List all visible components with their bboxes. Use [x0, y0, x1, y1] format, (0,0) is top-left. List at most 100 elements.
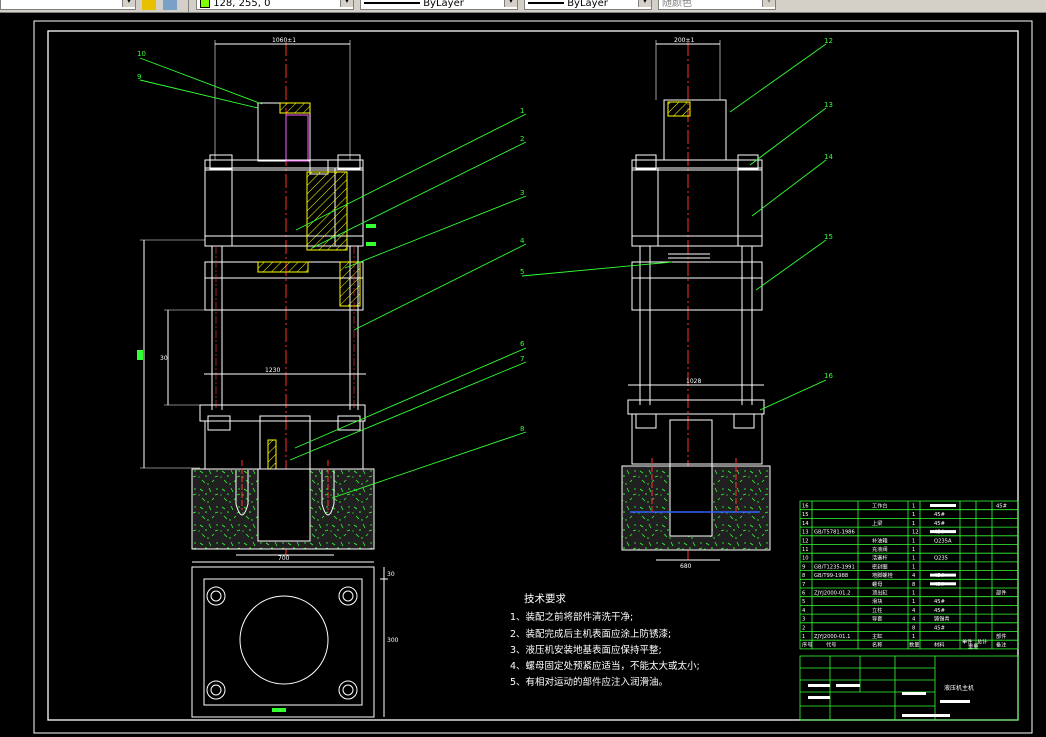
bom-cell-qty: 1 [912, 504, 915, 510]
bom-cell-code: ZJYJ2000-01.2 [814, 591, 850, 597]
bom-cell-mat: 铸锡青 [934, 615, 950, 623]
bom-cell-name: 立柱 [872, 606, 882, 614]
bom-cell-code: ZJYJ2000-01.1 [814, 634, 850, 640]
bom-header-name: 名称 [872, 641, 882, 649]
bom-redacted-bar [930, 530, 956, 534]
bom-cell-qty: 4 [912, 573, 916, 579]
bom-cell-name: 导套 [872, 615, 883, 623]
bom-header-no: 序号 [802, 641, 812, 649]
balloon-labels-side: 12 13 14 15 16 [824, 37, 833, 380]
bom-cell-name: 螺母 [872, 580, 882, 588]
dimension-texts: 1060±1 1230 700 200±1 1028 680 30 30 300 [160, 37, 701, 644]
bom-cell-note: 部件 [996, 632, 1006, 640]
bom-cell-no: 7 [802, 582, 805, 588]
bom-cell-mat: 45# [934, 521, 945, 527]
bom-cell-no: 15 [802, 512, 809, 518]
bom-cell-name: 活塞杆 [872, 554, 888, 562]
bom-cell-qty: 8 [912, 625, 915, 631]
drawing-title: 液压机主机 [944, 684, 974, 692]
balloon-label: 14 [824, 153, 833, 161]
bom-cell-qty: 1 [912, 556, 915, 562]
front-view [137, 40, 376, 556]
bom-cell-no: 14 [802, 521, 809, 527]
bom-cell-name: 地脚螺栓 [872, 571, 894, 579]
bom-cell-qty: 1 [912, 634, 915, 640]
bom-cell-qty: 1 [912, 547, 915, 553]
bom-header-code: 代号 [826, 641, 836, 649]
bom-header-weight: 重量 [968, 642, 978, 650]
bom-cell-no: 1 [802, 634, 805, 640]
bom-cell-no: 11 [802, 547, 809, 553]
bom-cell-name: 顶出缸 [872, 589, 888, 597]
bom-cell-name: 充液阀 [872, 545, 888, 553]
bom-cell-qty: 8 [912, 582, 915, 588]
bom-cell-qty: 12 [912, 530, 919, 536]
side-view [621, 40, 771, 561]
bom-cell-no: 3 [802, 617, 805, 623]
bom-cell-qty: 1 [912, 591, 915, 597]
tech-item: 2、装配完成后主机表面应涂上防锈漆; [510, 628, 671, 640]
dim-text: 300 [387, 637, 399, 644]
bom-cell-no: 13 [802, 530, 809, 536]
bom-cell-name: 工作台 [872, 502, 888, 510]
bom-cell-code: GB/T99-1988 [814, 573, 848, 579]
bom-cell-qty: 1 [912, 599, 915, 605]
bom-redacted-bar [930, 573, 956, 577]
bom-cell-name: 上梁 [872, 519, 882, 527]
bom-cell-no: 2 [802, 625, 805, 631]
bom-cell-no: 9 [802, 564, 805, 570]
dim-text: 200±1 [674, 37, 694, 44]
bom-cell-no: 12 [802, 538, 809, 544]
base-plate-view [191, 561, 388, 718]
bom-cell-qty: 1 [912, 521, 915, 527]
bom-cell-code: GB/T5781-1986 [814, 530, 855, 536]
tech-item: 1、装配之前将部件清洗干净; [510, 611, 633, 623]
bom-cell-no: 10 [802, 556, 809, 562]
bom-cell-no: 4 [802, 608, 806, 614]
balloon-label: 3 [520, 189, 524, 197]
tech-item: 5、有相对运动的部件应注入润滑油。 [510, 676, 668, 688]
balloon-label: 4 [520, 237, 525, 245]
bom-cell-note: 部件 [996, 589, 1006, 597]
dim-text: 700 [278, 555, 290, 562]
drawing-canvas[interactable]: 10 9 1 2 3 4 5 6 7 8 12 13 14 15 16 1060… [0, 0, 1046, 737]
bom-cell-mat: Q235 [934, 556, 948, 562]
tech-title: 技术要求 [524, 592, 566, 605]
dim-text: 1060±1 [272, 37, 296, 44]
bom-cell-no: 6 [802, 591, 805, 597]
balloon-label: 5 [520, 268, 524, 276]
balloon-label: 15 [824, 233, 833, 241]
bom-cell-no: 16 [802, 504, 809, 510]
balloon-label: 9 [137, 73, 141, 81]
tech-item: 3、液压机安装地基表面应保持平整; [510, 644, 662, 656]
bom-cell-name: 补油箱 [872, 536, 888, 544]
dim-text: 680 [680, 563, 692, 570]
dim-text: 1028 [686, 378, 701, 385]
bom-cell-no: 8 [802, 573, 805, 579]
tech-requirements: 技术要求 1、装配之前将部件清洗干净; 2、装配完成后主机表面应涂上防锈漆; 3… [510, 592, 700, 688]
bom-cell-qty: 1 [912, 564, 915, 570]
bom-cell-mat: Q235A [934, 538, 952, 544]
balloon-label: 12 [824, 37, 833, 45]
bom-redacted-bar [930, 582, 956, 586]
dim-text: 1230 [265, 367, 280, 374]
bom-cell-mat: 45# [934, 512, 945, 518]
bom-header-total: 总计 [977, 638, 987, 646]
bom-redacted-bar [930, 504, 956, 507]
bom-cell-qty: 4 [912, 608, 916, 614]
balloon-label: 7 [520, 355, 524, 363]
leader-lines-side [521, 43, 827, 411]
bom-cell-note: 45# [996, 504, 1007, 510]
bom-header-mat: 材料 [934, 641, 944, 649]
sheet-border-outer [33, 20, 1033, 734]
balloon-label: 16 [824, 372, 833, 380]
title-block [799, 655, 1019, 721]
bom-cell-name: 滑块 [872, 597, 883, 605]
bom-header-qty: 数量 [909, 641, 919, 649]
balloon-label: 13 [824, 101, 833, 109]
bom-cell-no: 5 [802, 599, 805, 605]
dim-text: 30 [160, 355, 168, 362]
bom-header-note: 备注 [996, 641, 1006, 649]
bom-cell-qty: 1 [912, 538, 915, 544]
tech-item: 4、螺母固定处预紧应适当，不能太大或太小; [510, 660, 700, 672]
